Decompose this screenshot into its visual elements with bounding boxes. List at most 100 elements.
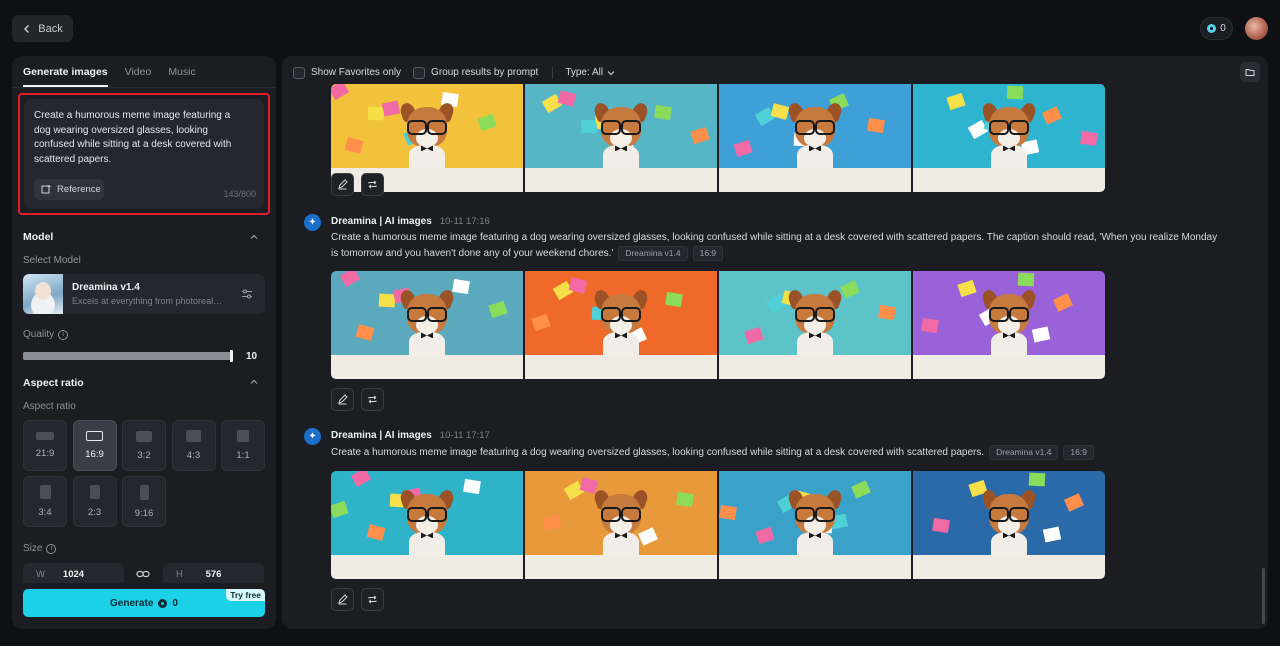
group-filter[interactable]: Group results by prompt xyxy=(413,66,538,79)
generated-image[interactable] xyxy=(719,271,911,379)
coin-icon xyxy=(158,598,168,608)
paper-decoration xyxy=(1053,293,1073,312)
prompt-tag: Dreamina v1.4 xyxy=(618,245,688,261)
avatar[interactable] xyxy=(1245,17,1268,40)
aspect-option-9-16[interactable]: 9:16 xyxy=(122,476,166,527)
paper-decoration xyxy=(378,293,396,308)
favorites-filter[interactable]: Show Favorites only xyxy=(293,66,401,79)
model-selector[interactable]: Dreamina v1.4 Excels at everything from … xyxy=(23,274,265,314)
generation-time: 10-11 17:16 xyxy=(439,216,490,227)
pencil-icon xyxy=(338,394,348,405)
desk-shape xyxy=(525,555,717,579)
generated-image[interactable] xyxy=(913,271,1105,379)
credits-count: 0 xyxy=(1220,23,1226,34)
tab-generate-images[interactable]: Generate images xyxy=(23,56,108,87)
aspect-option-3-4[interactable]: 3:4 xyxy=(23,476,67,527)
generated-image[interactable] xyxy=(525,271,717,379)
paper-decoration xyxy=(654,104,672,121)
aspect-option-4-3[interactable]: 4:3 xyxy=(171,420,216,471)
tab-video[interactable]: Video xyxy=(125,56,152,87)
regenerate-button[interactable] xyxy=(361,173,384,196)
generate-cost: 0 xyxy=(172,597,178,609)
paper-decoration xyxy=(366,524,386,541)
aspect-section-title: Aspect ratio xyxy=(23,377,84,389)
generated-image[interactable] xyxy=(331,471,523,579)
generated-image[interactable] xyxy=(913,84,1105,192)
generated-image[interactable] xyxy=(719,84,911,192)
width-value[interactable]: 1024 xyxy=(23,569,124,580)
aspect-shape-icon xyxy=(89,485,100,499)
height-value[interactable]: 576 xyxy=(163,569,264,580)
scrollbar[interactable] xyxy=(1262,568,1265,624)
aspect-option-label: 9:16 xyxy=(134,507,154,519)
paper-decoration xyxy=(878,304,896,321)
paper-decoration xyxy=(1080,130,1098,147)
generated-image[interactable] xyxy=(719,471,911,579)
sliders-icon[interactable] xyxy=(241,288,253,300)
aspect-option-label: 1:1 xyxy=(236,450,250,461)
type-dropdown[interactable]: Type: All xyxy=(565,67,615,78)
generate-label: Generate xyxy=(110,597,154,609)
paper-decoration xyxy=(331,500,349,519)
info-icon[interactable]: i xyxy=(58,329,69,340)
back-button[interactable]: Back xyxy=(12,15,73,42)
chevron-up-icon[interactable] xyxy=(250,378,258,386)
generate-button[interactable]: Generate 0 Try free xyxy=(23,589,265,617)
aspect-option-2-3[interactable]: 2:3 xyxy=(72,476,117,527)
mode-tabs: Generate images Video Music xyxy=(12,56,276,88)
folder-button[interactable] xyxy=(1240,62,1260,82)
aspect-option-label: 4:3 xyxy=(186,450,201,461)
generation-actions xyxy=(331,173,384,196)
edit-prompt-button[interactable] xyxy=(331,173,354,196)
width-field[interactable]: W 1024 xyxy=(23,563,124,583)
quality-slider-handle[interactable] xyxy=(230,350,233,362)
prompt-input[interactable]: Create a humorous meme image featuring a… xyxy=(24,99,264,209)
reference-button[interactable]: Reference xyxy=(34,179,104,200)
group-checkbox[interactable] xyxy=(413,66,426,79)
aspect-option-16-9[interactable]: 16:9 xyxy=(72,420,117,471)
generated-image[interactable] xyxy=(913,471,1105,579)
info-icon[interactable]: i xyxy=(46,543,57,554)
edit-prompt-button[interactable] xyxy=(331,588,354,611)
image-row xyxy=(331,471,1105,579)
aspect-option-label: 3:4 xyxy=(38,507,52,518)
pencil-icon xyxy=(338,594,348,605)
credits-badge[interactable]: 0 xyxy=(1200,17,1233,40)
paper-decoration xyxy=(676,491,694,508)
chevron-up-icon[interactable] xyxy=(250,233,258,241)
edit-prompt-button[interactable] xyxy=(331,388,354,411)
aspect-shape-icon xyxy=(139,484,149,500)
aspect-option-3-2[interactable]: 3:2 xyxy=(122,420,166,471)
tab-music[interactable]: Music xyxy=(168,56,195,87)
image-add-icon xyxy=(41,185,51,194)
quality-value: 10 xyxy=(246,351,258,362)
quality-slider-fill xyxy=(23,352,231,360)
favorites-checkbox[interactable] xyxy=(293,66,305,79)
repeat-icon xyxy=(368,395,377,404)
generated-image[interactable] xyxy=(525,84,717,192)
paper-decoration xyxy=(665,291,683,308)
paper-decoration xyxy=(1006,85,1024,100)
generate-panel: Generate images Video Music Create a hum… xyxy=(12,56,276,629)
aspect-option-21-9[interactable]: 21:9 xyxy=(23,420,67,471)
paper-decoration xyxy=(350,471,372,488)
regenerate-button[interactable] xyxy=(361,588,384,611)
regenerate-button[interactable] xyxy=(361,388,384,411)
aspect-option-1-1[interactable]: 1:1 xyxy=(221,420,265,471)
generation-prompt: Create a humorous meme image featuring a… xyxy=(331,445,1226,461)
generated-image[interactable] xyxy=(331,271,523,379)
prompt-text[interactable]: Create a humorous meme image featuring a… xyxy=(34,109,249,167)
dog-illustration xyxy=(398,288,456,357)
paper-decoration xyxy=(744,326,764,345)
aspect-option-label: 16:9 xyxy=(85,449,104,460)
model-name: Dreamina v1.4 xyxy=(72,282,140,293)
generated-image[interactable] xyxy=(525,471,717,579)
dog-illustration xyxy=(786,101,844,170)
link-icon[interactable] xyxy=(136,569,150,579)
paper-decoration xyxy=(1042,106,1062,125)
aspect-shape-icon xyxy=(237,430,249,442)
quality-slider[interactable] xyxy=(23,350,233,362)
height-field[interactable]: H 576 xyxy=(163,563,264,583)
aspect-shape-icon xyxy=(36,432,54,440)
paper-decoration xyxy=(542,513,562,532)
